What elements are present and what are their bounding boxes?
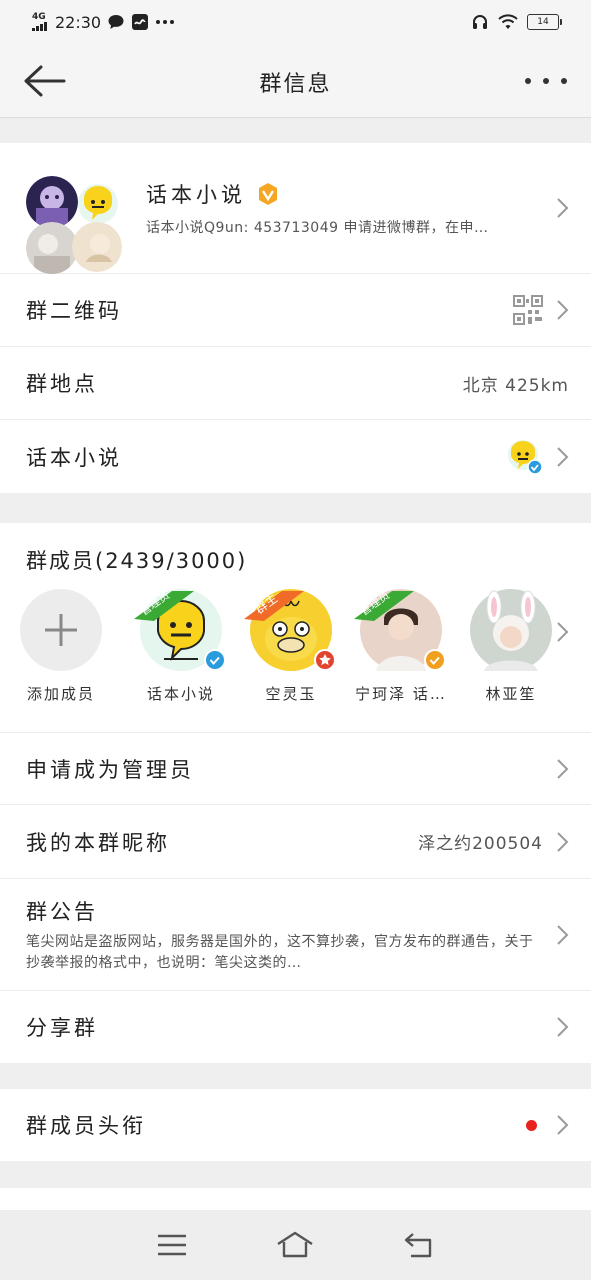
member-avatar: 管理员 bbox=[134, 588, 226, 671]
new-indicator-dot bbox=[526, 1119, 537, 1131]
chevron-right-icon bbox=[557, 622, 569, 642]
app-notification-icon bbox=[132, 14, 149, 30]
member-name: 宁珂泽 话… bbox=[355, 685, 447, 703]
app-label: 话本小说 bbox=[26, 445, 122, 470]
add-icon bbox=[20, 589, 102, 671]
add-member-label: 添加成员 bbox=[26, 685, 95, 703]
share-group-row[interactable]: 分享群 bbox=[0, 991, 591, 1063]
verified-badge-icon bbox=[204, 649, 226, 671]
nickname-label: 我的本群昵称 bbox=[26, 830, 170, 855]
title-bar: 群信息 bbox=[0, 44, 591, 118]
nickname-value: 泽之约200504 bbox=[418, 834, 543, 854]
message-icon bbox=[108, 15, 124, 29]
group-avatar bbox=[26, 158, 126, 274]
chevron-right-icon bbox=[557, 300, 569, 320]
back-icon[interactable] bbox=[399, 1228, 439, 1262]
group-name: 话本小说 bbox=[146, 183, 246, 207]
group-text: 话本小说 话本小说Q9un: 453713049 申请进微博群，在申… bbox=[146, 179, 543, 237]
location-value: 北京 425km bbox=[462, 375, 569, 396]
verified-badge-icon bbox=[424, 649, 446, 671]
page-title: 群信息 bbox=[259, 72, 332, 97]
network-type: 4G bbox=[32, 12, 46, 22]
member-avatar-image bbox=[26, 176, 78, 228]
members-block[interactable]: 群成员(2439/3000) 添加成员 管理员 话本小说 群主 空灵玉 管理员 … bbox=[0, 523, 591, 733]
status-bar: 4G 22:30 14 bbox=[0, 0, 591, 44]
member-item[interactable]: 管理员 宁珂泽 话… bbox=[346, 588, 456, 704]
signal-icon: 4G bbox=[32, 13, 47, 31]
battery-icon: 14 bbox=[527, 14, 562, 30]
mascot-avatar-image bbox=[78, 184, 118, 224]
chevron-right-icon bbox=[557, 198, 569, 218]
more-options-icon[interactable] bbox=[525, 68, 567, 94]
location-row: 群地点 北京 425km bbox=[0, 347, 591, 420]
member-avatar-image bbox=[26, 222, 78, 274]
member-avatar bbox=[470, 589, 552, 671]
member-name: 空灵玉 bbox=[265, 685, 317, 703]
next-section-partial bbox=[0, 1188, 591, 1210]
add-member-button[interactable]: 添加成员 bbox=[18, 589, 104, 704]
chevron-right-icon bbox=[557, 924, 569, 945]
member-title-row[interactable]: 群成员头衔 bbox=[0, 1089, 591, 1161]
home-icon[interactable] bbox=[275, 1228, 315, 1262]
system-nav-bar bbox=[0, 1210, 591, 1280]
group-profile-row[interactable]: 话本小说 话本小说Q9un: 453713049 申请进微博群，在申… bbox=[0, 143, 591, 274]
verified-group-badge-icon bbox=[259, 183, 277, 205]
more-notifications-icon bbox=[156, 20, 175, 24]
qr-code-icon bbox=[513, 295, 543, 325]
member-avatar: 群主 bbox=[244, 589, 336, 671]
chevron-right-icon bbox=[557, 758, 569, 779]
nickname-row[interactable]: 我的本群昵称 泽之约200504 bbox=[0, 805, 591, 879]
member-item[interactable]: 群主 空灵玉 bbox=[236, 589, 346, 704]
battery-level: 14 bbox=[537, 17, 549, 27]
location-label: 群地点 bbox=[26, 372, 98, 396]
chevron-right-icon bbox=[557, 831, 569, 852]
member-item[interactable]: 林亚笙 bbox=[456, 589, 566, 704]
owner-badge-icon bbox=[314, 649, 336, 671]
member-avatar: 管理员 bbox=[354, 588, 446, 671]
member-item[interactable]: 管理员 话本小说 bbox=[126, 588, 236, 704]
titles-section: 群成员头衔 bbox=[0, 1089, 591, 1161]
announcement-label: 群公告 bbox=[26, 899, 98, 924]
announcement-text-block: 群公告 笔尖网站是盗版网站，服务器是国外的，这不算抄袭，官方发布的群通告，关于抄… bbox=[26, 896, 536, 974]
members-header: 群成员(2439/3000) bbox=[26, 549, 248, 573]
member-title-label: 群成员头衔 bbox=[26, 1114, 146, 1138]
share-group-label: 分享群 bbox=[26, 1016, 98, 1040]
member-name: 林亚笙 bbox=[485, 685, 537, 703]
announcement-text: 笔尖网站是盗版网站，服务器是国外的，这不算抄袭，官方发布的群通告，关于抄袭举报的… bbox=[26, 933, 534, 971]
qr-code-label: 群二维码 bbox=[26, 299, 122, 323]
chevron-right-icon bbox=[557, 446, 569, 467]
group-info-section: 话本小说 话本小说Q9un: 453713049 申请进微博群，在申… 群二维码… bbox=[0, 143, 591, 493]
group-description: 话本小说Q9un: 453713049 申请进微博群，在申… bbox=[146, 220, 489, 236]
apply-admin-label: 申请成为管理员 bbox=[26, 757, 194, 782]
chevron-right-icon bbox=[557, 1115, 569, 1135]
member-name: 话本小说 bbox=[146, 685, 215, 703]
members-list: 添加成员 管理员 话本小说 群主 空灵玉 管理员 宁珂泽 话… 林亚笙 bbox=[0, 575, 591, 704]
app-mascot-icon bbox=[508, 439, 543, 475]
chevron-right-icon bbox=[557, 1017, 569, 1037]
members-section: 群成员(2439/3000) 添加成员 管理员 话本小说 群主 空灵玉 管理员 … bbox=[0, 523, 591, 1063]
status-time: 22:30 bbox=[55, 12, 102, 32]
member-avatar-image bbox=[72, 222, 122, 272]
headphones-icon bbox=[473, 15, 487, 29]
app-row[interactable]: 话本小说 bbox=[0, 420, 591, 493]
announcement-row[interactable]: 群公告 笔尖网站是盗版网站，服务器是国外的，这不算抄袭，官方发布的群通告，关于抄… bbox=[0, 879, 591, 991]
apply-admin-row[interactable]: 申请成为管理员 bbox=[0, 733, 591, 805]
menu-icon[interactable] bbox=[152, 1228, 192, 1262]
qr-code-row[interactable]: 群二维码 bbox=[0, 274, 591, 347]
wifi-icon bbox=[498, 14, 518, 29]
